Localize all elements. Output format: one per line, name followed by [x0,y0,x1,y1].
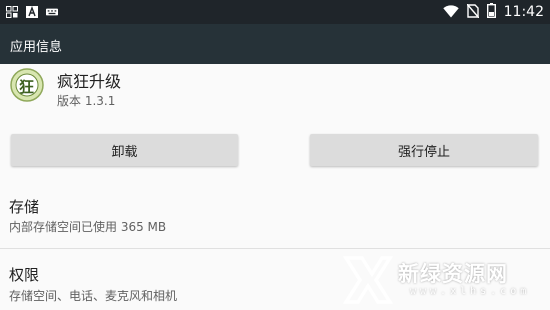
watermark: 新绿资源网 www.xlhs.com [340,252,550,309]
permissions-title: 权限 [9,266,40,284]
uninstall-button[interactable]: 卸载 [11,134,238,166]
no-sim-icon [466,3,480,22]
page-title: 应用信息 [10,40,63,55]
watermark-url: www.xlhs.com [410,286,531,297]
app-version: 版本 1.3.1 [57,94,116,108]
status-bar-system: 11:42 [442,0,544,24]
wifi-icon [442,3,459,22]
permissions-summary: 存储空间、电话、麦克风和相机 [9,289,178,303]
keyboard-notification-icon [46,6,58,18]
app-icon-glyph: 狂 [19,78,35,96]
watermark-logo-icon [342,254,394,306]
storage-title: 存储 [9,198,40,216]
status-bar-time: 11:42 [503,4,544,20]
status-bar: 11:42 [0,0,550,24]
grid-notification-icon [6,6,18,18]
app-header: 狂 疯狂升级 版本 1.3.1 [0,64,550,126]
storage-summary: 内部存储空间已使用 365 MB [9,220,167,234]
storage-preference[interactable]: 存储 内部存储空间已使用 365 MB [0,188,550,248]
watermark-name: 新绿资源网 [398,262,508,286]
app-bar: 应用信息 [0,24,550,64]
app-name: 疯狂升级 [57,72,122,91]
divider [0,248,550,249]
app-icon: 狂 [10,68,44,102]
battery-icon [486,2,496,22]
status-bar-notifications [6,5,58,19]
font-notification-icon [26,6,38,18]
force-stop-button[interactable]: 强行停止 [310,134,538,166]
